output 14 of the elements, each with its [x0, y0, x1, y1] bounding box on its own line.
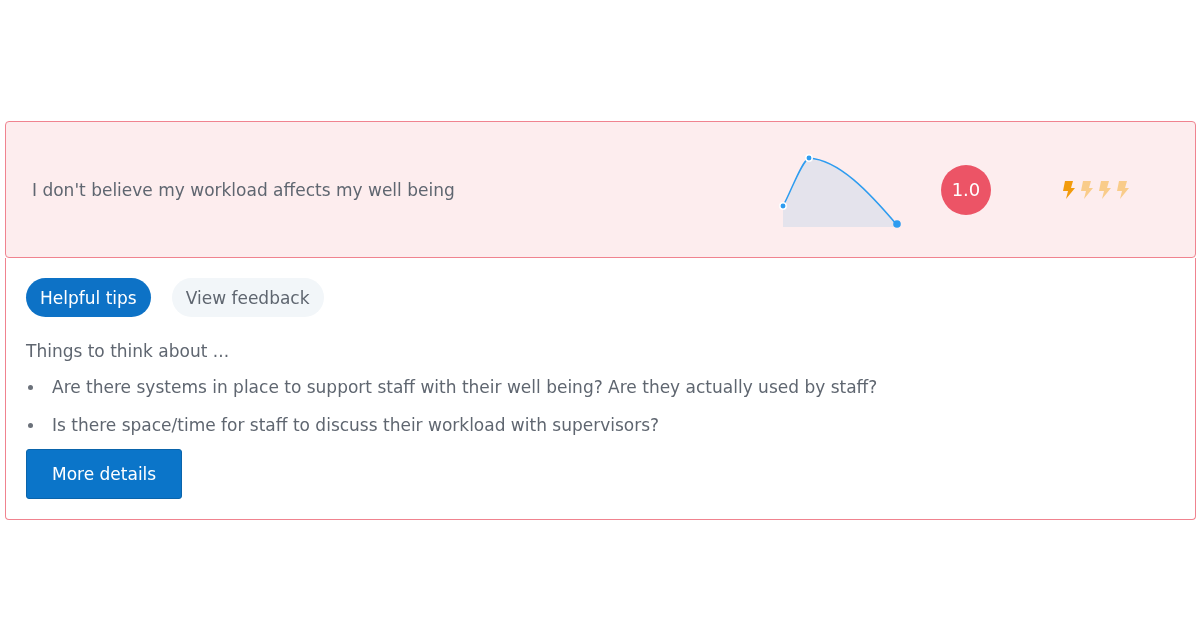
- tab[interactable]: Helpful tips: [26, 278, 151, 317]
- tip-text: Is there space/time for staff to discuss their workload with supervisors?: [52, 415, 660, 435]
- score-badge: 1.0: [941, 164, 991, 215]
- lightning-icon: [1117, 180, 1129, 199]
- lightning-icon: [1099, 180, 1111, 199]
- tip-text: Are there systems in place to support staff with their well being? Are they actually used by staff?: [52, 377, 878, 397]
- statement-text: I don't believe my workload affects my well being: [32, 179, 456, 200]
- tab[interactable]: View feedback: [171, 278, 324, 317]
- lightning-icon: [1081, 180, 1093, 199]
- bullet-icon: [28, 384, 33, 390]
- bullet-icon: [28, 422, 33, 428]
- more-details-button[interactable]: More details: [26, 449, 183, 499]
- tips-heading: Things to think about ...: [26, 340, 230, 363]
- lightning-icon: [1063, 180, 1075, 199]
